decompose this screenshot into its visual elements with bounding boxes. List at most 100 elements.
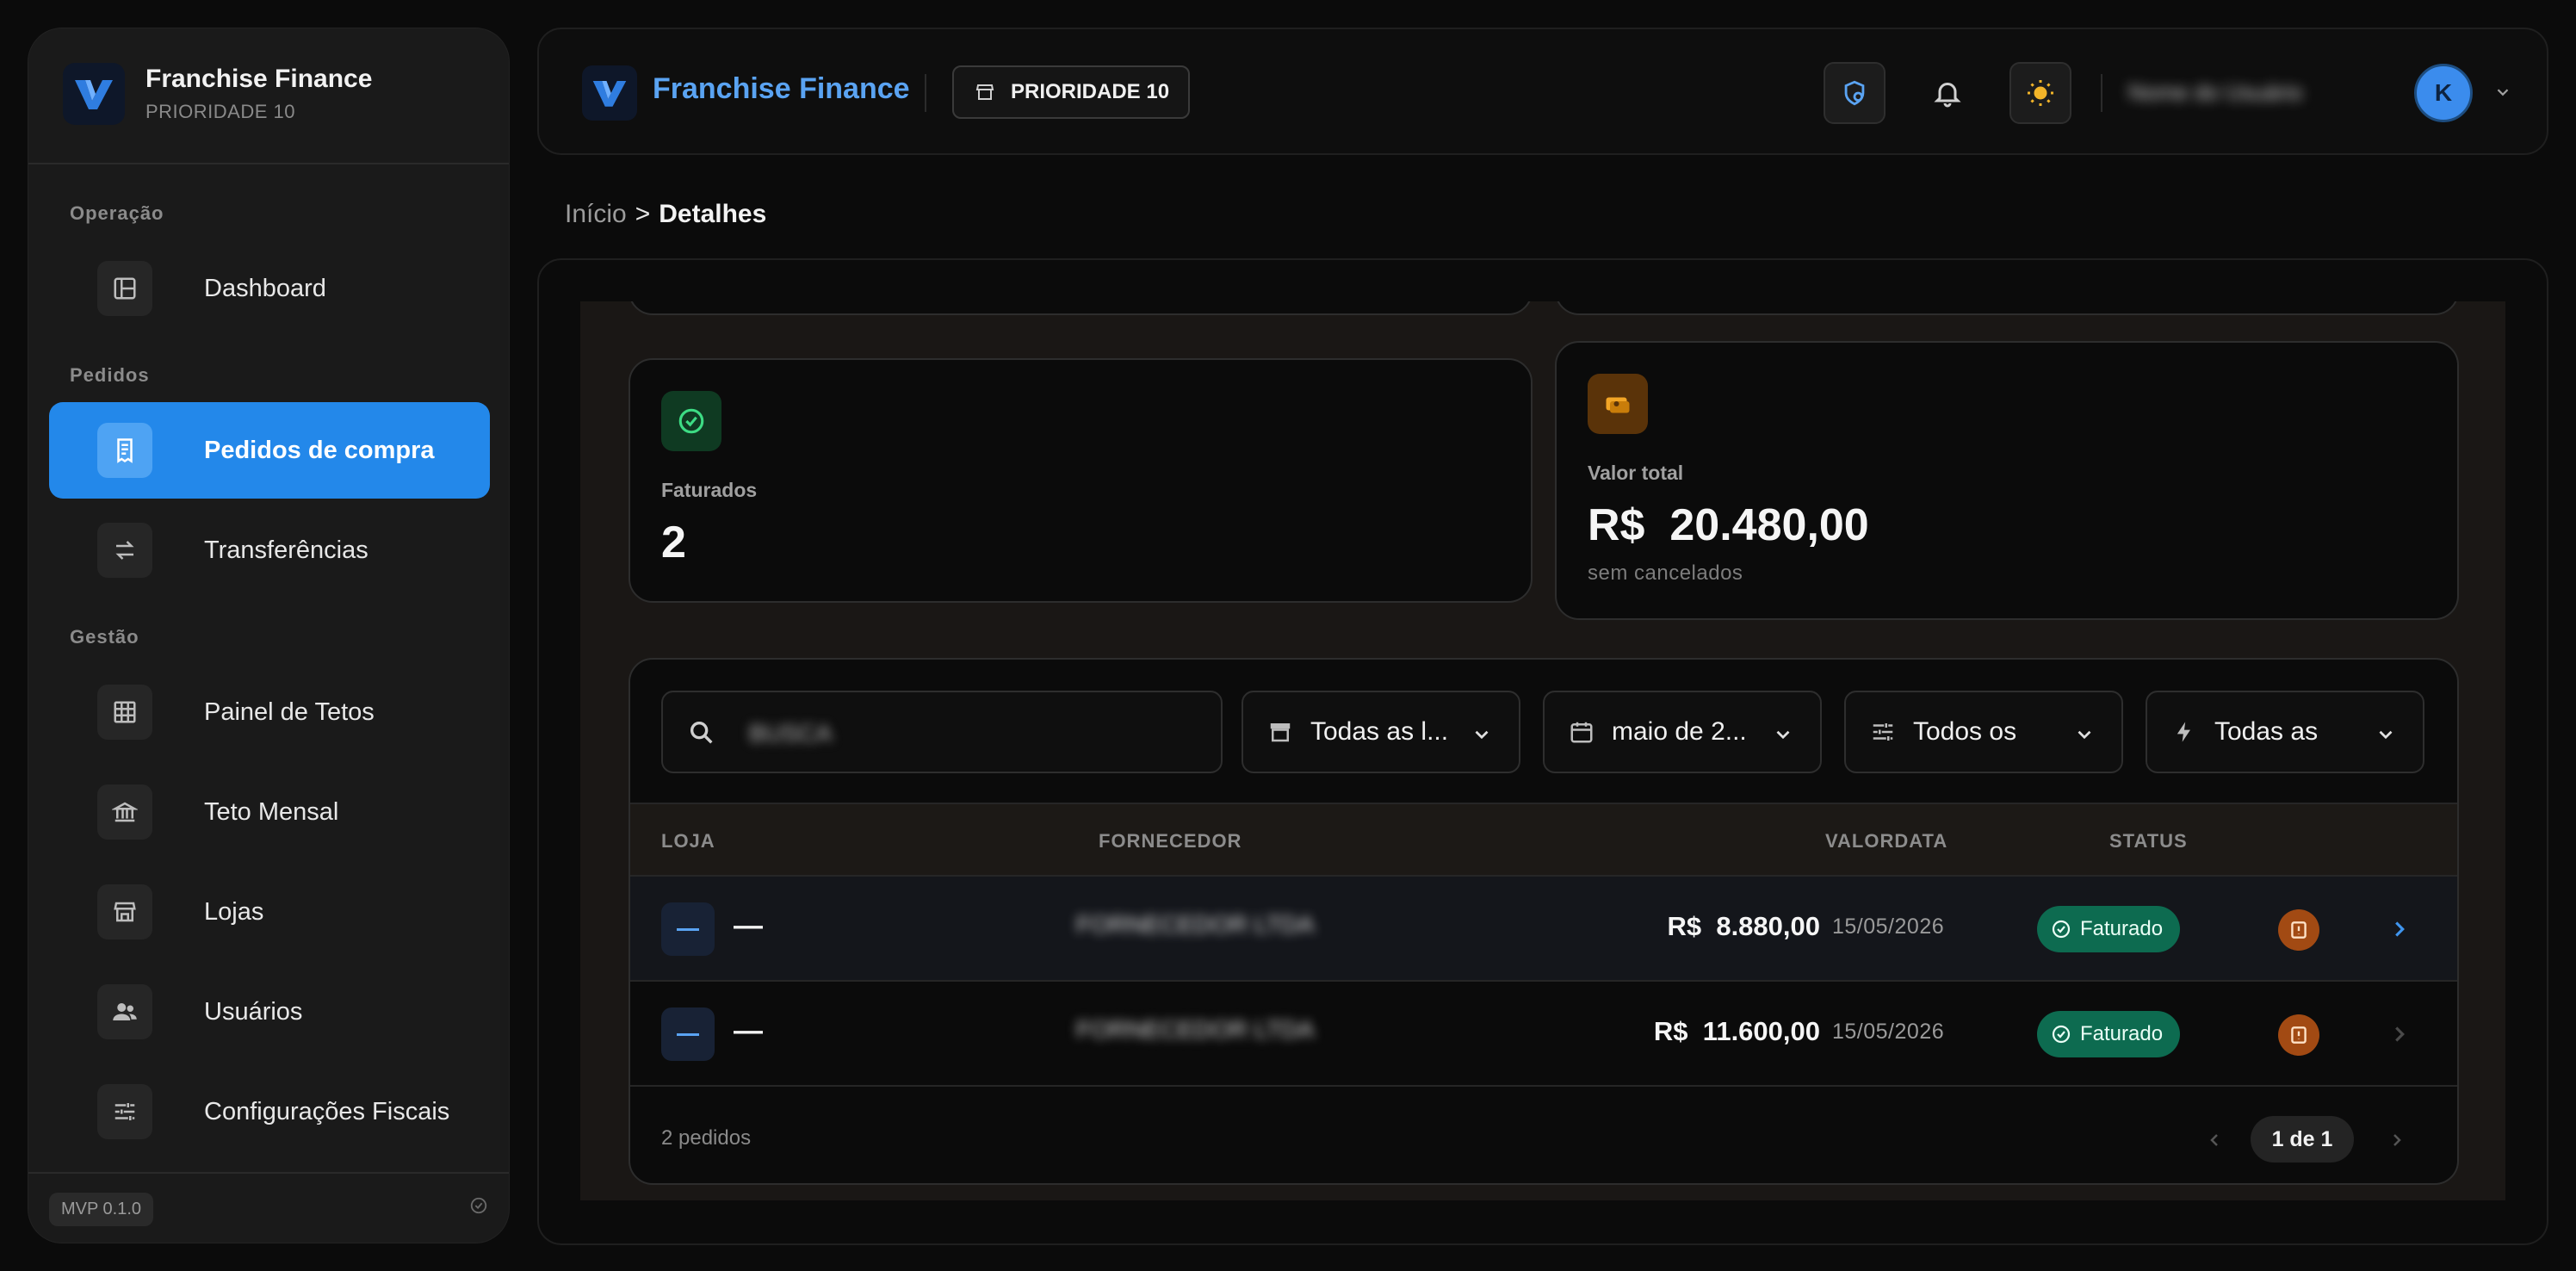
search-icon bbox=[687, 718, 716, 752]
sidebar-item-configuracoes-fiscais[interactable]: Configurações Fiscais bbox=[49, 1063, 490, 1160]
sidebar-item-usuarios[interactable]: Usuários bbox=[49, 964, 490, 1060]
chevron-right-icon[interactable] bbox=[2387, 1021, 2412, 1051]
sidebar-divider bbox=[28, 163, 509, 164]
cash-icon bbox=[1588, 374, 1648, 434]
sidebar-item-transferencias[interactable]: Transferências bbox=[49, 502, 490, 598]
loja-cell: — bbox=[734, 909, 763, 942]
chevron-down-icon bbox=[1471, 723, 1493, 750]
data-cell: 15/05/2026 bbox=[1832, 1020, 1945, 1044]
fornecedor-cell: FORNECEDOR LTDA bbox=[1076, 1016, 1315, 1043]
orders-table-card: Todas as l... maio de 2... Todos os Toda… bbox=[629, 658, 2459, 1185]
currency-symbol: R$ bbox=[1667, 911, 1702, 941]
notifications-button[interactable] bbox=[1917, 62, 1978, 124]
check-circle-icon bbox=[2052, 1025, 2071, 1044]
sidebar-item-pedidos-de-compra[interactable]: Pedidos de compra bbox=[49, 402, 490, 499]
currency-symbol: R$ bbox=[1588, 500, 1645, 550]
priority-filter-value: Todas as bbox=[2214, 717, 2319, 746]
stat-label: Valor total bbox=[1588, 462, 1684, 484]
column-header-status[interactable]: STATUS bbox=[2109, 830, 2188, 852]
sidebar-item-lojas[interactable]: Lojas bbox=[49, 864, 490, 960]
table-row[interactable]: — FORNECEDOR LTDA R$ 11.600,00 15/05/202… bbox=[630, 982, 2457, 1087]
sidebar-item-label: Usuários bbox=[204, 997, 303, 1026]
fornecedor-cell: FORNECEDOR LTDA bbox=[1076, 911, 1315, 938]
search-field[interactable] bbox=[661, 691, 1223, 773]
type-filter-value: Todos os bbox=[1913, 717, 2017, 746]
status-check-icon bbox=[469, 1196, 488, 1219]
row-action-button[interactable] bbox=[2278, 1014, 2319, 1056]
column-header-loja[interactable]: LOJA bbox=[661, 830, 715, 852]
stat-card-partial bbox=[1555, 301, 2459, 315]
sidebar-item-label: Teto Mensal bbox=[204, 797, 339, 826]
row-action-button[interactable] bbox=[2278, 909, 2319, 951]
amount: 20.480,00 bbox=[1669, 500, 1869, 550]
sidebar-item-painel-de-tetos[interactable]: Painel de Tetos bbox=[49, 664, 490, 760]
shield-icon bbox=[1844, 80, 1865, 106]
column-header-valordata[interactable]: VALORDATA bbox=[1825, 830, 1947, 852]
stat-card-faturados: Faturados 2 bbox=[629, 358, 1533, 603]
shield-settings-button[interactable] bbox=[1824, 62, 1886, 124]
breadcrumb: Início > Detalhes bbox=[565, 200, 766, 229]
sliders-icon bbox=[1868, 719, 1898, 745]
chevron-right-icon[interactable] bbox=[2387, 1130, 2407, 1155]
type-filter-select[interactable]: Todos os bbox=[1844, 691, 2123, 773]
column-header-fornecedor[interactable]: FORNECEDOR bbox=[1099, 830, 1242, 852]
status-badge: Faturado bbox=[2037, 1011, 2181, 1057]
dashboard-icon bbox=[97, 261, 152, 316]
chevron-left-icon[interactable] bbox=[2204, 1130, 2225, 1155]
currency-symbol: R$ bbox=[1653, 1016, 1688, 1046]
sidebar-item-label: Lojas bbox=[204, 897, 264, 926]
store-icon bbox=[97, 884, 152, 939]
header-title[interactable]: Franchise Finance bbox=[653, 72, 910, 106]
sidebar-footer-divider bbox=[28, 1172, 509, 1174]
breadcrumb-home-link[interactable]: Início bbox=[565, 200, 627, 229]
chevron-down-icon bbox=[2375, 723, 2397, 750]
stat-value: 2 bbox=[661, 518, 686, 567]
theme-toggle-button[interactable] bbox=[2009, 62, 2071, 124]
table-header: LOJA FORNECEDOR VALORDATA STATUS bbox=[630, 803, 2457, 877]
transfer-icon bbox=[97, 523, 152, 578]
sun-icon bbox=[2028, 80, 2053, 106]
bolt-icon bbox=[2170, 719, 2199, 745]
sidebar-section-operacao: Operação bbox=[70, 202, 164, 224]
sidebar-brand-title: Franchise Finance bbox=[146, 65, 373, 93]
sidebar-brand[interactable]: Franchise Finance PRIORIDADE 10 bbox=[63, 63, 372, 125]
version-badge: MVP 0.1.0 bbox=[49, 1193, 154, 1226]
table-row[interactable]: — FORNECEDOR LTDA R$ 8.880,00 15/05/2026… bbox=[630, 877, 2457, 982]
valor-cell: R$ 8.880,00 bbox=[1667, 911, 1820, 942]
grid-icon bbox=[97, 685, 152, 740]
check-circle-icon bbox=[661, 391, 721, 451]
valor-cell: R$ 11.600,00 bbox=[1654, 1016, 1820, 1047]
sidebar-item-label: Configurações Fiscais bbox=[204, 1097, 450, 1125]
store-filter-select[interactable]: Todas as l... bbox=[1242, 691, 1520, 773]
store-icon bbox=[975, 84, 994, 100]
sidebar-item-label: Dashboard bbox=[204, 274, 326, 302]
content-scroll-area[interactable]: Faturados 2 Valor total R$ 20.480,00 sem… bbox=[580, 301, 2505, 1200]
status-badge: Faturado bbox=[2037, 906, 2181, 952]
priority-selector[interactable]: PRIORIDADE 10 bbox=[952, 65, 1191, 119]
stat-value: R$ 20.480,00 bbox=[1588, 499, 1869, 551]
header-divider bbox=[2101, 74, 2102, 112]
chevron-down-icon bbox=[2073, 723, 2096, 750]
loja-cell: — bbox=[734, 1014, 763, 1047]
chevron-down-icon[interactable] bbox=[2493, 83, 2512, 106]
users-icon bbox=[97, 984, 152, 1039]
sidebar-item-dashboard[interactable]: Dashboard bbox=[49, 240, 490, 337]
store-filter-value: Todas as l... bbox=[1310, 717, 1449, 746]
sidebar-item-teto-mensal[interactable]: Teto Mensal bbox=[49, 764, 490, 860]
chevron-right-icon[interactable] bbox=[2387, 916, 2412, 946]
brand-logo-icon bbox=[63, 63, 125, 125]
sidebar-item-label: Transferências bbox=[204, 536, 368, 564]
status-label: Faturado bbox=[2080, 1022, 2164, 1045]
user-name[interactable]: Nome do Usuário bbox=[2128, 69, 2387, 115]
search-input[interactable] bbox=[749, 715, 1111, 753]
check-circle-icon bbox=[2052, 920, 2071, 939]
sidebar-section-gestao: Gestão bbox=[70, 626, 139, 648]
avatar[interactable]: K bbox=[2414, 64, 2473, 122]
header-logo-icon[interactable] bbox=[582, 65, 637, 121]
priority-filter-select[interactable]: Todas as bbox=[2146, 691, 2424, 773]
sidebar-item-label: Pedidos de compra bbox=[204, 436, 435, 464]
breadcrumb-separator: > bbox=[635, 200, 651, 228]
period-filter-select[interactable]: maio de 2... bbox=[1543, 691, 1822, 773]
breadcrumb-current: Detalhes bbox=[659, 200, 767, 228]
header-divider bbox=[925, 74, 926, 112]
